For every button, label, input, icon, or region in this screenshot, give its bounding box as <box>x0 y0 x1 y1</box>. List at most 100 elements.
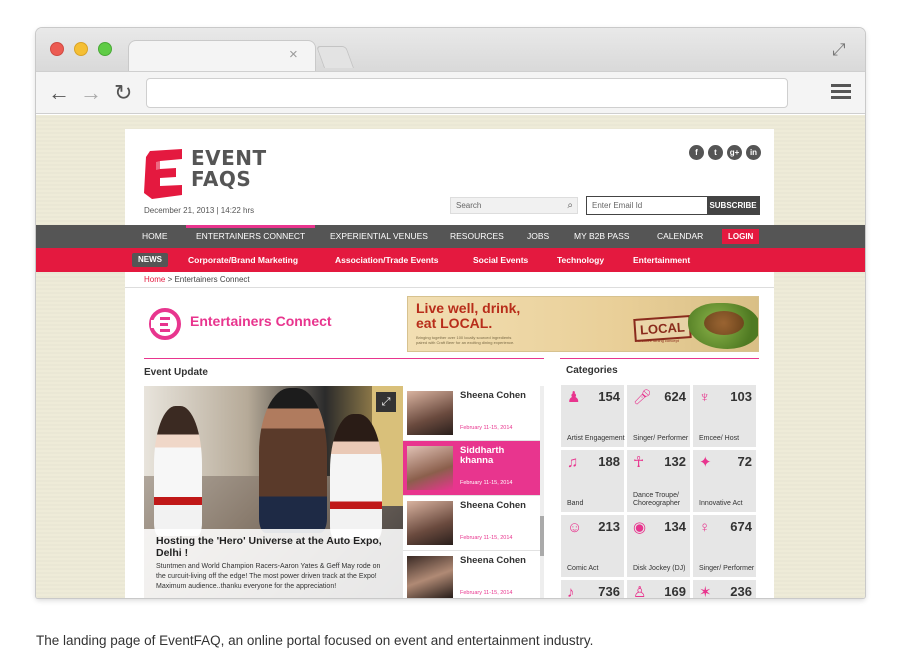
category-label: Band <box>567 500 584 507</box>
twitter-icon[interactable]: t <box>708 145 723 160</box>
nav-resources[interactable]: RESOURCES <box>450 225 504 248</box>
event-list-scrollbar[interactable] <box>540 386 544 598</box>
hero-description: Stuntmen and World Champion Racers-Aaron… <box>156 563 381 590</box>
nav-home[interactable]: HOME <box>142 225 168 248</box>
event-list: Sheena Cohen February 11-15, 2014 Siddha… <box>403 386 540 598</box>
performer-icon: ♙ <box>633 584 647 598</box>
subnav-association-trade-events[interactable]: Association/Trade Events <box>335 248 438 272</box>
google-plus-icon[interactable]: g+ <box>727 145 742 160</box>
address-bar[interactable] <box>146 78 788 108</box>
hero-person-1 <box>154 406 202 536</box>
acrobat-icon: ✶ <box>699 584 712 598</box>
headphones-icon: ◉ <box>633 519 647 536</box>
nav-calendar[interactable]: CALENDAR <box>657 225 703 248</box>
site-page: EVENT FAQS December 21, 2013 | 14:22 hrs… <box>125 129 774 598</box>
category-innovative-act[interactable]: ✦ 72 Innovative Act <box>692 449 757 513</box>
menu-icon[interactable] <box>831 84 851 102</box>
list-item[interactable]: Sheena Cohen February 11-15, 2014 <box>403 551 540 598</box>
list-item[interactable]: Sheena Cohen February 11-15, 2014 <box>403 496 540 551</box>
event-thumbnail <box>407 501 453 545</box>
search-placeholder: Search <box>456 201 482 210</box>
user-icon: ♟ <box>567 389 581 406</box>
eventfaqs-logo-icon[interactable] <box>144 149 184 199</box>
nav-entertainers-connect[interactable]: ENTERTAINERS CONNECT <box>196 225 305 248</box>
category-singer-performer-2[interactable]: ♀ 674 Singer/ Performer <box>692 514 757 578</box>
newsletter-form: Enter Email Id SUBSCRIBE <box>586 196 760 215</box>
search-input[interactable]: Search ⌕ <box>450 197 578 214</box>
main-navigation: HOME ENTERTAINERS CONNECT EXPERIENTIAL V… <box>36 225 865 248</box>
facebook-icon[interactable]: f <box>689 145 704 160</box>
fullscreen-icon[interactable]: ⤢ <box>832 40 846 60</box>
zoom-window-button[interactable] <box>98 42 112 56</box>
list-item[interactable]: Sheena Cohen February 11-15, 2014 <box>403 386 540 441</box>
email-input[interactable]: Enter Email Id <box>587 197 707 214</box>
forward-arrow-icon[interactable]: → <box>80 81 102 105</box>
category-item-12[interactable]: ✶ 236 <box>692 579 757 598</box>
category-item-11[interactable]: ♙ 169 <box>626 579 691 598</box>
subnav-entertainment[interactable]: Entertainment <box>633 248 690 272</box>
reload-icon[interactable]: ↻ <box>114 81 132 105</box>
subnav-technology[interactable]: Technology <box>557 248 604 272</box>
hero-title[interactable]: Hosting the 'Hero' Universe at the Auto … <box>156 535 391 559</box>
subscribe-button[interactable]: SUBSCRIBE <box>707 197 759 214</box>
microphone-icon: 🎤︎ <box>633 389 653 406</box>
expand-image-icon[interactable]: ⤢ <box>376 392 396 412</box>
divider <box>125 287 774 288</box>
list-item[interactable]: Siddharth khanna February 11-15, 2014 <box>403 441 540 496</box>
category-emcee-host[interactable]: ♆ 103 Emcee/ Host <box>692 384 757 448</box>
category-singer-performer[interactable]: 🎤︎ 624 Singer/ Performer <box>626 384 691 448</box>
magic-wand-icon: ✦ <box>699 454 712 471</box>
sub-navigation: NEWS Corporate/Brand Marketing Associati… <box>36 248 865 272</box>
entertainers-connect-icon <box>149 308 181 340</box>
close-window-button[interactable] <box>50 42 64 56</box>
featured-event-image[interactable]: ⤢ Hosting the 'Hero' Universe at the Aut… <box>144 386 403 598</box>
event-date: February 11-15, 2014 <box>460 480 513 486</box>
minimize-window-button[interactable] <box>74 42 88 56</box>
category-count: 236 <box>730 584 752 598</box>
category-disk-jockey[interactable]: ◉ 134 Disk Jockey (DJ) <box>626 514 691 578</box>
ad-small-print: Bringing together over 100 locally sourc… <box>416 335 515 345</box>
advertisement-banner[interactable]: Live well, drink, eat LOCAL. Bringing to… <box>407 296 759 352</box>
event-name: Sheena Cohen <box>460 390 526 401</box>
category-count: 72 <box>737 454 752 469</box>
nav-experiential-venues[interactable]: EXPERIENTIAL VENUES <box>330 225 428 248</box>
subnav-social-events[interactable]: Social Events <box>473 248 528 272</box>
breadcrumb-current: Entertainers Connect <box>174 275 250 284</box>
category-dance-troupe[interactable]: ☥ 132 Dance Troupe/ Choreographer <box>626 449 691 513</box>
current-date: December 21, 2013 | 14:22 hrs <box>144 206 255 215</box>
category-count: 154 <box>598 389 620 404</box>
category-count: 132 <box>664 454 686 469</box>
site-logo-text[interactable]: EVENT FAQS <box>191 148 267 190</box>
figure-caption: The landing page of EventFAQ, an online … <box>36 633 594 648</box>
category-label: Singer/ Performer <box>633 435 689 442</box>
event-name: Sheena Cohen <box>460 555 526 566</box>
breadcrumb-home[interactable]: Home <box>144 275 165 284</box>
back-arrow-icon[interactable]: ← <box>48 81 70 105</box>
category-count: 624 <box>664 389 686 404</box>
nav-my-b2b-pass[interactable]: MY B2B PASS <box>574 225 629 248</box>
category-item-10[interactable]: ♪ 736 <box>560 579 625 598</box>
linkedin-icon[interactable]: in <box>746 145 761 160</box>
logo-line-2: FAQS <box>191 167 252 191</box>
login-button[interactable]: LOGIN <box>722 229 760 244</box>
browser-tab[interactable] <box>128 40 316 71</box>
event-update-heading: Event Update <box>144 367 208 378</box>
categories-heading: Categories <box>566 365 618 376</box>
category-comic-act[interactable]: ☺ 213 Comic Act <box>560 514 625 578</box>
search-icon[interactable]: ⌕ <box>567 200 573 211</box>
category-artist-engagement[interactable]: ♟ 154 Artist Engagement <box>560 384 625 448</box>
category-count: 674 <box>730 519 752 534</box>
scrollbar-thumb[interactable] <box>540 516 544 556</box>
new-tab-button[interactable] <box>315 46 355 68</box>
event-date: February 11-15, 2014 <box>460 425 513 431</box>
tab-close-icon[interactable]: × <box>289 46 298 64</box>
section-rule <box>144 358 544 359</box>
logo-line-1: EVENT <box>191 146 267 170</box>
category-band[interactable]: ♫ 188 Band <box>560 449 625 513</box>
subnav-corporate-brand-marketing[interactable]: Corporate/Brand Marketing <box>188 248 298 272</box>
category-label: Artist Engagement <box>567 435 625 442</box>
hero-caption: Hosting the 'Hero' Universe at the Auto … <box>144 529 403 598</box>
event-date: February 11-15, 2014 <box>460 535 513 541</box>
nav-jobs[interactable]: JOBS <box>527 225 549 248</box>
mic-stand-icon: ♆ <box>699 389 711 406</box>
